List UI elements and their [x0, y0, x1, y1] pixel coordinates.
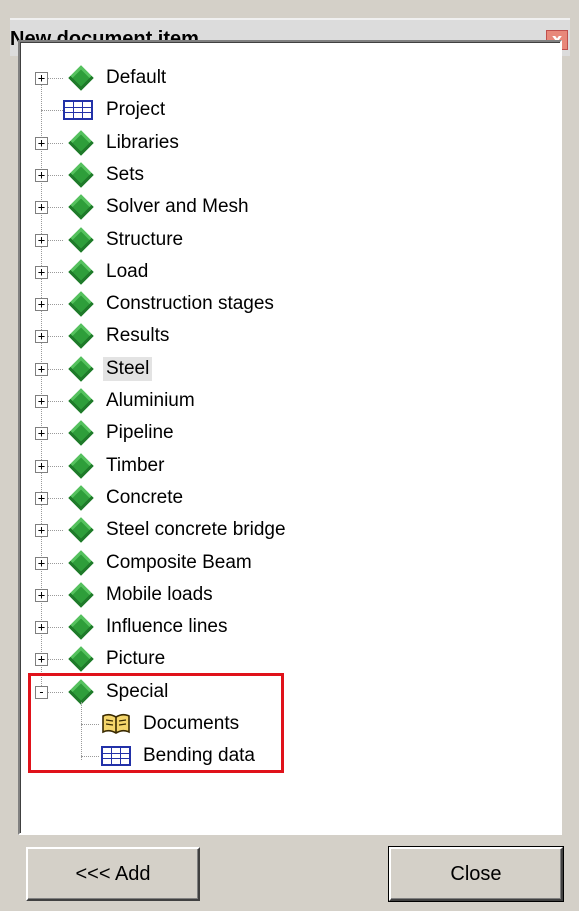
new-document-item-dialog: New document item x +DefaultProject+Libr… — [0, 0, 579, 911]
expand-icon[interactable]: + — [35, 653, 48, 667]
green-diamond-icon — [68, 582, 94, 608]
tree-item[interactable]: + Structure — [30, 224, 530, 256]
expand-icon[interactable]: + — [35, 72, 48, 85]
green-diamond-icon — [68, 129, 94, 156]
tree-item-label: Steel concrete bridge — [106, 519, 286, 541]
expand-icon[interactable]: + — [35, 330, 48, 344]
tree-item-label: Aluminium — [106, 390, 195, 411]
tree-item[interactable]: + Results — [30, 320, 530, 352]
green-diamond-icon — [68, 162, 94, 188]
green-diamond-icon — [68, 65, 94, 91]
tree-item[interactable]: + Timber — [30, 450, 530, 482]
tree-item[interactable]: + Sets — [30, 159, 530, 191]
tree-item-label: Influence lines — [106, 616, 228, 638]
green-diamond-icon — [68, 646, 94, 673]
tree-item[interactable]: + Influence lines — [30, 611, 530, 643]
expand-icon[interactable]: + — [35, 621, 48, 635]
tree-item-label: Structure — [106, 228, 184, 250]
expand-icon[interactable]: + — [35, 201, 48, 215]
tree-item[interactable]: + Pipeline — [30, 417, 530, 449]
tree-item-label: Concrete — [106, 486, 184, 508]
tree-item-label: Project — [106, 99, 166, 121]
tree-connector-line — [41, 110, 63, 112]
tree-item[interactable]: + Aluminium — [30, 385, 530, 417]
expand-icon[interactable]: + — [35, 233, 48, 247]
tree-item[interactable]: + Steel — [30, 353, 530, 385]
tree-item-label: Pipeline — [106, 422, 174, 444]
tree-item[interactable]: + Default — [30, 62, 530, 94]
green-diamond-icon — [68, 420, 94, 447]
green-diamond-icon — [68, 452, 94, 479]
green-diamond-icon — [68, 259, 94, 285]
tree-item-label: Load — [106, 260, 149, 282]
tree-item[interactable]: + Composite Beam — [30, 547, 530, 579]
special-section-highlight — [28, 673, 284, 773]
tree-item-label: Steel — [103, 356, 153, 381]
expand-icon[interactable]: + — [35, 524, 48, 538]
expand-icon[interactable]: + — [35, 556, 48, 570]
tree-item-label: Sets — [106, 163, 145, 185]
tree-item[interactable]: + Steel concrete bridge — [30, 514, 530, 546]
tree-item-label: Picture — [106, 648, 166, 670]
expand-icon[interactable]: + — [35, 459, 48, 473]
tree-item-label: Composite Beam — [106, 551, 252, 573]
green-diamond-icon — [68, 388, 94, 414]
table-icon — [63, 100, 93, 121]
tree-item-label: Timber — [106, 454, 165, 476]
green-diamond-icon — [68, 549, 94, 576]
green-diamond-icon — [68, 323, 94, 350]
expand-icon[interactable]: + — [35, 588, 48, 602]
expand-icon[interactable]: + — [35, 491, 48, 505]
tree-item[interactable]: + Picture — [30, 643, 530, 675]
tree-item-label: Libraries — [106, 131, 179, 153]
tree-item[interactable]: + Libraries — [30, 127, 530, 159]
green-diamond-icon — [68, 355, 94, 382]
tree-item[interactable]: + Load — [30, 256, 530, 288]
tree-item[interactable]: + Concrete — [30, 482, 530, 514]
expand-icon[interactable]: + — [35, 298, 48, 312]
tree-item[interactable]: + Mobile loads — [30, 579, 530, 611]
green-diamond-icon — [68, 291, 94, 317]
expand-icon[interactable]: + — [35, 168, 48, 182]
close-button[interactable]: Close — [388, 846, 564, 902]
green-diamond-icon — [68, 517, 94, 543]
tree-item-label: Mobile loads — [106, 583, 213, 605]
tree-item-label: Solver and Mesh — [106, 196, 249, 218]
tree-item-label: Construction stages — [106, 293, 274, 315]
tree-item[interactable]: Project — [30, 94, 530, 126]
tree-item-label: Results — [106, 325, 170, 347]
expand-icon[interactable]: + — [35, 395, 48, 408]
expand-icon[interactable]: + — [35, 136, 48, 150]
expand-icon[interactable]: + — [35, 427, 48, 441]
add-button[interactable]: <<< Add — [26, 847, 200, 901]
green-diamond-icon — [68, 194, 94, 220]
expand-icon[interactable]: + — [35, 265, 48, 279]
expand-icon[interactable]: + — [35, 362, 48, 376]
green-diamond-icon — [68, 614, 94, 640]
green-diamond-icon — [68, 485, 94, 511]
tree-item[interactable]: + Solver and Mesh — [30, 191, 530, 223]
tree-item-label: Default — [106, 67, 167, 88]
tree-item[interactable]: + Construction stages — [30, 288, 530, 320]
green-diamond-icon — [68, 226, 94, 253]
